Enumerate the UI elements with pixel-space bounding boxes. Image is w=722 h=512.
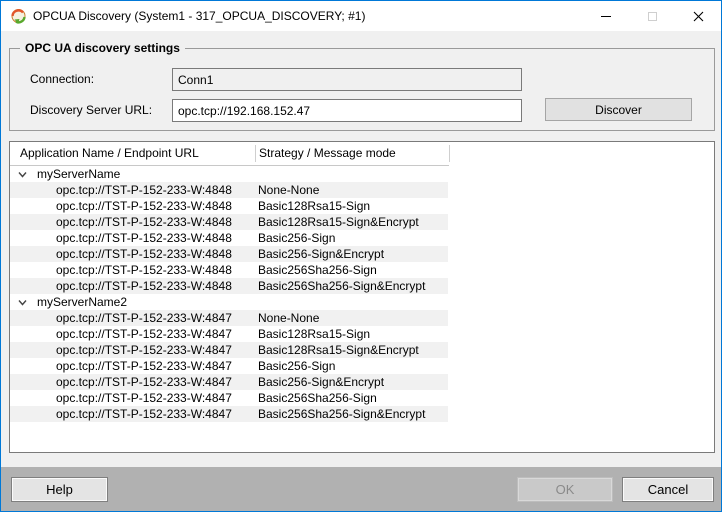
endpoint-url: opc.tcp://TST-P-152-233-W:4847 — [56, 374, 232, 390]
discovery-settings-group: OPC UA discovery settings Connection: Di… — [9, 48, 715, 131]
column-header-strategy: Strategy / Message mode — [259, 142, 396, 165]
endpoint-url: opc.tcp://TST-P-152-233-W:4847 — [56, 390, 232, 406]
close-button[interactable] — [675, 1, 721, 31]
column-separator — [449, 145, 450, 162]
table-row[interactable]: myServerName — [10, 166, 714, 182]
endpoint-url: opc.tcp://TST-P-152-233-W:4848 — [56, 198, 232, 214]
table-row[interactable]: opc.tcp://TST-P-152-233-W:4848 None-None — [10, 182, 714, 198]
endpoint-url: opc.tcp://TST-P-152-233-W:4847 — [56, 326, 232, 342]
maximize-button[interactable] — [629, 1, 675, 31]
discover-button[interactable]: Discover — [545, 98, 692, 121]
table-row[interactable]: opc.tcp://TST-P-152-233-W:4847 Basic128Rs… — [10, 326, 714, 342]
maximize-icon — [648, 12, 657, 21]
minimize-icon — [601, 16, 611, 17]
strategy-mode: Basic256-Sign&Encrypt — [258, 374, 384, 390]
table-row[interactable]: opc.tcp://TST-P-152-233-W:4848 Basic128Rs… — [10, 214, 714, 230]
strategy-mode: Basic128Rsa15-Sign&Encrypt — [258, 342, 419, 358]
table-row[interactable]: opc.tcp://TST-P-152-233-W:4847 Basic256Sh… — [10, 390, 714, 406]
chevron-down-icon[interactable] — [18, 294, 27, 300]
footer-bar: Help OK Cancel — [1, 467, 721, 511]
window-title: OPCUA Discovery (System1 - 317_OPCUA_DIS… — [33, 9, 365, 23]
cancel-button[interactable]: Cancel — [623, 478, 713, 501]
strategy-mode: Basic128Rsa15-Sign — [258, 198, 370, 214]
table-row[interactable]: opc.tcp://TST-P-152-233-W:4847 None-None — [10, 310, 714, 326]
server-name: myServerName — [37, 166, 120, 182]
strategy-mode: None-None — [258, 310, 319, 326]
table-row[interactable]: myServerName2 — [10, 294, 714, 310]
endpoint-url: opc.tcp://TST-P-152-233-W:4848 — [56, 262, 232, 278]
strategy-mode: None-None — [258, 182, 319, 198]
endpoint-url: opc.tcp://TST-P-152-233-W:4848 — [56, 246, 232, 262]
endpoint-url: opc.tcp://TST-P-152-233-W:4848 — [56, 182, 232, 198]
table-row[interactable]: opc.tcp://TST-P-152-233-W:4848 Basic256-S… — [10, 246, 714, 262]
caption-buttons — [583, 1, 721, 31]
endpoint-url: opc.tcp://TST-P-152-233-W:4847 — [56, 310, 232, 326]
close-icon — [693, 11, 704, 22]
chevron-down-icon[interactable] — [18, 166, 27, 172]
server-name: myServerName2 — [37, 294, 127, 310]
strategy-mode: Basic128Rsa15-Sign&Encrypt — [258, 214, 419, 230]
strategy-mode: Basic128Rsa15-Sign — [258, 326, 370, 342]
table-row[interactable]: opc.tcp://TST-P-152-233-W:4847 Basic256-S… — [10, 358, 714, 374]
endpoint-url: opc.tcp://TST-P-152-233-W:4848 — [56, 278, 232, 294]
endpoint-url: opc.tcp://TST-P-152-233-W:4848 — [56, 214, 232, 230]
strategy-mode: Basic256Sha256-Sign&Encrypt — [258, 278, 425, 294]
table-row[interactable]: opc.tcp://TST-P-152-233-W:4847 Basic256-S… — [10, 374, 714, 390]
strategy-mode: Basic256Sha256-Sign&Encrypt — [258, 406, 425, 422]
dialog-window: OPCUA Discovery (System1 - 317_OPCUA_DIS… — [0, 0, 722, 512]
table-row[interactable]: opc.tcp://TST-P-152-233-W:4847 Basic256Sh… — [10, 406, 714, 422]
connection-input[interactable] — [172, 68, 522, 91]
help-button[interactable]: Help — [12, 478, 107, 501]
discovery-url-input[interactable] — [172, 99, 522, 122]
endpoint-url: opc.tcp://TST-P-152-233-W:4847 — [56, 358, 232, 374]
table-rows: myServerNameopc.tcp://TST-P-152-233-W:48… — [10, 166, 714, 422]
connection-label: Connection: — [30, 68, 94, 91]
app-icon — [10, 8, 27, 25]
table-header: Application Name / Endpoint URL Strategy… — [10, 142, 714, 166]
strategy-mode: Basic256-Sign — [258, 230, 335, 246]
endpoint-url: opc.tcp://TST-P-152-233-W:4847 — [56, 342, 232, 358]
column-separator — [255, 145, 256, 162]
table-row[interactable]: opc.tcp://TST-P-152-233-W:4848 Basic128Rs… — [10, 198, 714, 214]
table-row[interactable]: opc.tcp://TST-P-152-233-W:4847 Basic128Rs… — [10, 342, 714, 358]
strategy-mode: Basic256Sha256-Sign — [258, 390, 377, 406]
endpoints-table[interactable]: Application Name / Endpoint URL Strategy… — [9, 141, 715, 453]
column-header-application: Application Name / Endpoint URL — [20, 142, 199, 165]
strategy-mode: Basic256-Sign — [258, 358, 335, 374]
table-row[interactable]: opc.tcp://TST-P-152-233-W:4848 Basic256Sh… — [10, 278, 714, 294]
ok-button[interactable]: OK — [518, 478, 612, 501]
discovery-url-label: Discovery Server URL: — [30, 99, 152, 122]
group-title: OPC UA discovery settings — [20, 41, 185, 55]
title-bar: OPCUA Discovery (System1 - 317_OPCUA_DIS… — [1, 1, 721, 31]
strategy-mode: Basic256Sha256-Sign — [258, 262, 377, 278]
table-row[interactable]: opc.tcp://TST-P-152-233-W:4848 Basic256-S… — [10, 230, 714, 246]
table-row[interactable]: opc.tcp://TST-P-152-233-W:4848 Basic256Sh… — [10, 262, 714, 278]
strategy-mode: Basic256-Sign&Encrypt — [258, 246, 384, 262]
endpoint-url: opc.tcp://TST-P-152-233-W:4848 — [56, 230, 232, 246]
minimize-button[interactable] — [583, 1, 629, 31]
endpoint-url: opc.tcp://TST-P-152-233-W:4847 — [56, 406, 232, 422]
